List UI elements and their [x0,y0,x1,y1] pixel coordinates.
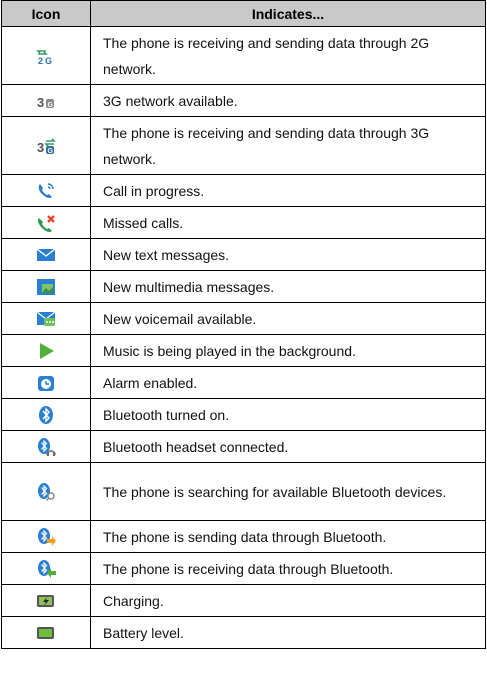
data-2g-icon: G2 [36,46,56,66]
row-text: The phone is receiving and sending data … [90,26,486,85]
battery-level-icon [36,623,56,643]
charging-icon [36,591,56,611]
bluetooth-receiving-icon [36,559,56,579]
svg-text:G: G [48,148,54,155]
table-row: 3G The phone is receiving and sending da… [1,116,486,175]
svg-text:3: 3 [37,95,44,110]
table-row: Music is being played in the background. [1,334,486,367]
status-icons-table-container: Icon Indicates... G2 The phone is receiv… [1,0,486,649]
row-text: New multimedia messages. [90,270,486,303]
table-row: New voicemail available. [1,302,486,335]
row-text: New text messages. [90,238,486,271]
row-text: Missed calls. [90,206,486,239]
table-row: Battery level. [1,616,486,649]
table-row: Call in progress. [1,174,486,207]
network-3g-icon: 3G [36,91,56,111]
data-3g-icon: 3G [36,136,56,156]
status-icons-table: Icon Indicates... G2 The phone is receiv… [1,0,486,649]
table-header-row: Icon Indicates... [1,0,486,27]
table-row: New multimedia messages. [1,270,486,303]
table-row: New text messages. [1,238,486,271]
multimedia-message-icon [36,277,56,297]
row-text: Alarm enabled. [90,366,486,399]
row-text: The phone is receiving data through Blue… [90,552,486,585]
alarm-icon [36,373,56,393]
call-in-progress-icon [36,181,56,201]
row-text: The phone is sending data through Blueto… [90,520,486,553]
voicemail-icon [36,309,56,329]
text-message-icon [36,245,56,265]
table-row: The phone is sending data through Blueto… [1,520,486,553]
row-text: New voicemail available. [90,302,486,335]
svg-text:2: 2 [38,56,43,66]
row-text: Charging. [90,584,486,617]
missed-call-icon [36,213,56,233]
table-row: Alarm enabled. [1,366,486,399]
table-row: Bluetooth turned on. [1,398,486,431]
svg-text:3: 3 [37,140,44,155]
table-row: Bluetooth headset connected. [1,430,486,463]
table-row: The phone is receiving data through Blue… [1,552,486,585]
bluetooth-searching-icon [36,482,56,502]
svg-text:G: G [48,102,54,109]
row-text: Battery level. [90,616,486,649]
row-text: Bluetooth turned on. [90,398,486,431]
table-row: Missed calls. [1,206,486,239]
header-indicates: Indicates... [90,0,486,27]
bluetooth-sending-icon [36,527,56,547]
row-text: 3G network available. [90,84,486,117]
bluetooth-headset-icon [36,437,56,457]
table-row: 3G 3G network available. [1,84,486,117]
header-icon: Icon [1,0,91,27]
row-text: Music is being played in the background. [90,334,486,367]
row-text: The phone is receiving and sending data … [90,116,486,175]
table-row: Charging. [1,584,486,617]
svg-text:G: G [45,56,52,66]
row-text: The phone is searching for available Blu… [90,462,486,521]
bluetooth-icon [36,405,56,425]
row-text: Bluetooth headset connected. [90,430,486,463]
table-row: The phone is searching for available Blu… [1,462,486,521]
music-play-icon [36,341,56,361]
row-text: Call in progress. [90,174,486,207]
table-row: G2 The phone is receiving and sending da… [1,26,486,85]
